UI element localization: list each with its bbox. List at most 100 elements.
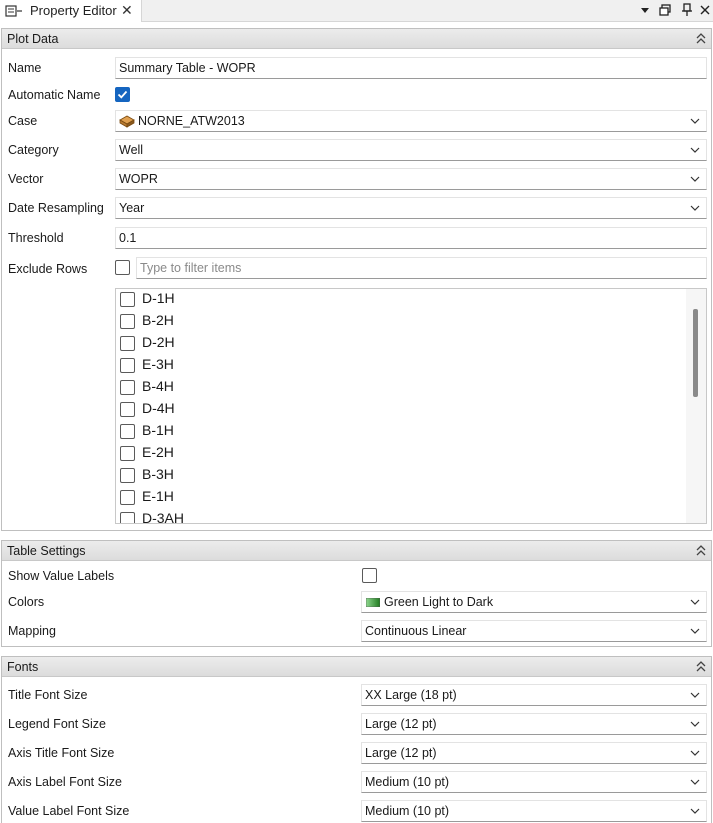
- row-checkbox[interactable]: [120, 358, 135, 373]
- row-label: D-4H: [142, 400, 175, 416]
- chevron-down-icon: [690, 147, 700, 153]
- axis-title-font-size-combo[interactable]: Large (12 pt): [361, 742, 707, 764]
- close-icon[interactable]: ✕: [121, 2, 133, 19]
- scrollbar-thumb[interactable]: [693, 309, 698, 397]
- row-checkbox[interactable]: [120, 336, 135, 351]
- threshold-input[interactable]: 0.1: [115, 227, 707, 249]
- value-label-font-size-combo[interactable]: Medium (10 pt): [361, 800, 707, 822]
- value-label-font-size-value: Medium (10 pt): [365, 804, 450, 818]
- chevron-down-icon: [690, 599, 700, 605]
- group-title: Fonts: [7, 660, 39, 674]
- chevron-down-icon: [690, 118, 700, 124]
- row-checkbox[interactable]: [120, 490, 135, 505]
- show-value-labels-label: Show Value Labels: [8, 569, 115, 583]
- list-item[interactable]: D-1H: [120, 289, 680, 309]
- row-label: E-2H: [142, 444, 174, 460]
- property-editor-icon: [5, 5, 22, 17]
- axis-label-font-size-combo[interactable]: Medium (10 pt): [361, 771, 707, 793]
- list-item[interactable]: B-2H: [120, 311, 680, 331]
- vector-label: Vector: [8, 172, 44, 186]
- case-icon: [119, 115, 135, 128]
- chevron-down-icon: [690, 205, 700, 211]
- list-item[interactable]: E-1H: [120, 487, 680, 507]
- name-input[interactable]: Summary Table - WOPR: [115, 57, 707, 79]
- row-label: D-3AH: [142, 510, 185, 524]
- row-checkbox[interactable]: [120, 402, 135, 417]
- row-label: E-3H: [142, 356, 174, 372]
- row-checkbox[interactable]: [120, 314, 135, 329]
- collapse-icon[interactable]: [695, 544, 707, 557]
- list-item[interactable]: D-2H: [120, 333, 680, 353]
- legend-font-size-combo[interactable]: Large (12 pt): [361, 713, 707, 735]
- axis-label-font-size-label: Axis Label Font Size: [8, 775, 122, 789]
- filter-input[interactable]: Type to filter items: [136, 257, 707, 279]
- row-checkbox[interactable]: [120, 292, 135, 307]
- colors-value: Green Light to Dark: [384, 595, 494, 609]
- table-settings-group: Table Settings Show Value Labels Colors …: [1, 540, 712, 647]
- list-scrollbar[interactable]: [686, 289, 706, 523]
- tab-property-editor[interactable]: Property Editor ✕: [0, 0, 142, 22]
- collapse-icon[interactable]: [695, 32, 707, 45]
- list-item[interactable]: E-2H: [120, 443, 680, 463]
- float-window-icon[interactable]: [658, 3, 672, 17]
- date-resampling-label: Date Resampling: [8, 201, 104, 215]
- chevron-down-icon: [690, 808, 700, 814]
- exclude-rows-label: Exclude Rows: [8, 262, 88, 276]
- mapping-value: Continuous Linear: [365, 624, 467, 638]
- category-combo[interactable]: Well: [115, 139, 707, 161]
- chevron-down-icon: [690, 176, 700, 182]
- row-checkbox[interactable]: [120, 468, 135, 483]
- color-gradient-icon: [366, 598, 380, 607]
- title-font-size-combo[interactable]: XX Large (18 pt): [361, 684, 707, 706]
- row-label: B-1H: [142, 422, 174, 438]
- axis-title-font-size-label: Axis Title Font Size: [8, 746, 115, 760]
- table-settings-header[interactable]: Table Settings: [2, 541, 711, 561]
- chevron-down-icon: [690, 692, 700, 698]
- threshold-value: 0.1: [119, 231, 137, 245]
- list-item[interactable]: E-3H: [120, 355, 680, 375]
- row-label: E-1H: [142, 488, 174, 504]
- legend-font-size-value: Large (12 pt): [365, 717, 437, 731]
- threshold-label: Threshold: [8, 231, 64, 245]
- row-checkbox[interactable]: [120, 380, 135, 395]
- list-item[interactable]: B-4H: [120, 377, 680, 397]
- list-item[interactable]: D-3AH: [120, 509, 680, 524]
- automatic-name-label: Automatic Name: [8, 88, 101, 102]
- row-checkbox[interactable]: [120, 424, 135, 439]
- exclude-rows-list[interactable]: D-1H B-2H D-2H E-3H B-4H D-4H B-1H E-2H: [115, 288, 707, 524]
- name-label: Name: [8, 61, 42, 75]
- vector-value: WOPR: [119, 172, 158, 186]
- list-item[interactable]: B-3H: [120, 465, 680, 485]
- colors-label: Colors: [8, 595, 45, 609]
- row-checkbox[interactable]: [120, 512, 135, 523]
- plot-data-header[interactable]: Plot Data: [2, 29, 711, 49]
- collapse-icon[interactable]: [695, 660, 707, 673]
- automatic-name-checkbox[interactable]: [115, 87, 130, 102]
- row-checkbox[interactable]: [120, 446, 135, 461]
- list-item[interactable]: D-4H: [120, 399, 680, 419]
- case-combo[interactable]: NORNE_ATW2013: [115, 110, 707, 132]
- chevron-down-icon: [690, 779, 700, 785]
- vector-combo[interactable]: WOPR: [115, 168, 707, 190]
- list-item[interactable]: B-1H: [120, 421, 680, 441]
- row-label: B-2H: [142, 312, 174, 328]
- pin-icon[interactable]: [680, 3, 694, 17]
- close-panel-icon[interactable]: [698, 3, 712, 17]
- fonts-header[interactable]: Fonts: [2, 657, 711, 677]
- case-value: NORNE_ATW2013: [138, 114, 245, 128]
- show-value-labels-checkbox[interactable]: [362, 568, 377, 583]
- row-label: B-4H: [142, 378, 174, 394]
- category-label: Category: [8, 143, 59, 157]
- mapping-combo[interactable]: Continuous Linear: [361, 620, 707, 642]
- date-resampling-combo[interactable]: Year: [115, 197, 707, 219]
- axis-label-font-size-value: Medium (10 pt): [365, 775, 450, 789]
- dropdown-menu-icon[interactable]: [638, 3, 652, 17]
- chevron-down-icon: [690, 750, 700, 756]
- colors-combo[interactable]: Green Light to Dark: [361, 591, 707, 613]
- case-label: Case: [8, 114, 38, 128]
- title-font-size-label: Title Font Size: [8, 688, 88, 702]
- chevron-down-icon: [690, 721, 700, 727]
- group-title: Table Settings: [7, 544, 86, 558]
- date-resampling-value: Year: [119, 201, 145, 215]
- exclude-rows-select-all-checkbox[interactable]: [115, 260, 130, 275]
